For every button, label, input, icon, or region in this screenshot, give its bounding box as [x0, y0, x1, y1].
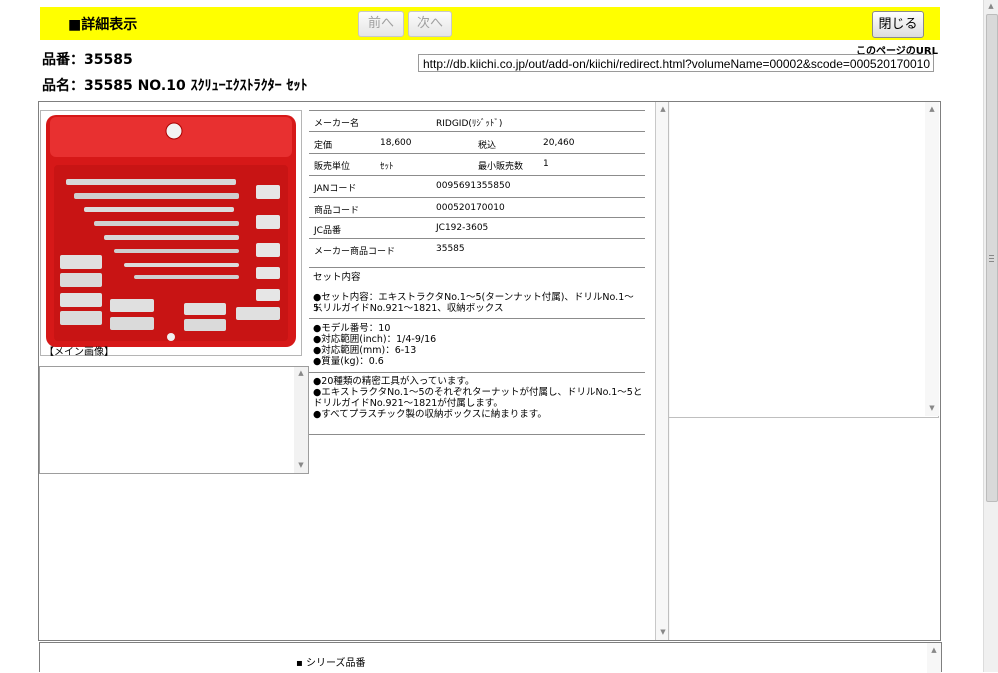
sales-unit-value: ｾｯﾄ [380, 162, 394, 172]
main-image-box [40, 110, 302, 356]
scroll-up-arrow-icon[interactable]: ▲ [925, 105, 939, 113]
model-number: ●モデル番号：10 [313, 323, 391, 334]
list-price-value: 18,600 [380, 138, 412, 148]
jan-label: JANコード [314, 184, 357, 194]
series-scrollbar[interactable]: ▲ [927, 643, 941, 673]
maker-value: RIDGID(ﾘｼﾞｯﾄﾞ) [436, 119, 503, 129]
header-bar: ■詳細表示 前へ 次へ 閉じる [40, 7, 940, 40]
scroll-down-arrow-icon[interactable]: ▼ [294, 461, 308, 469]
right-top-frame: ▲ ▼ [668, 102, 939, 418]
scroll-up-arrow-icon[interactable]: ▲ [294, 369, 308, 377]
close-button[interactable]: 閉じる [872, 11, 924, 38]
maker-code-label: メーカー商品コード [314, 247, 396, 257]
contents-heading: セット内容 [313, 272, 361, 283]
series-label: ▪ シリーズ品番 [296, 658, 366, 669]
set-contents-line2: ドリルガイドNo.921～1821、収納ボックス [313, 303, 504, 314]
maker-label: メーカー名 [314, 119, 360, 129]
series-frame: ▲ [39, 642, 942, 673]
page-scroll-thumb[interactable] [986, 14, 998, 502]
product-number: 品番：35585 [42, 52, 133, 68]
maker-code-value: 35585 [436, 244, 465, 254]
thumbnail-scrollbar[interactable]: ▲ ▼ [294, 367, 308, 473]
feature-1: ●20種類の精密工具が入っています。 [313, 376, 475, 387]
product-code-label: 商品コード [314, 206, 360, 216]
list-price-label: 定価 [314, 141, 333, 151]
page-scroll-up-icon[interactable]: ▲ [984, 2, 998, 10]
range-inch: ●対応範囲(inch)：1/4-9/16 [313, 334, 437, 345]
range-mm: ●対応範囲(mm)：6-13 [313, 345, 417, 356]
min-qty-label: 最小販売数 [478, 162, 524, 172]
weight: ●質量(kg)：0.6 [313, 356, 384, 367]
page-title: ■詳細表示 [68, 17, 138, 33]
product-code-value: 000520170010 [436, 203, 505, 213]
next-button[interactable]: 次へ [408, 11, 452, 37]
sales-unit-label: 販売単位 [314, 162, 351, 172]
page-url-field[interactable]: http://db.kiichi.co.jp/out/add-on/kiichi… [418, 54, 934, 72]
page-scrollbar[interactable]: ▲ [983, 0, 998, 672]
feature-2a: ●エキストラクタNo.1～5のそれぞれターナットが付属し、ドリルNo.1～5と [313, 387, 643, 398]
min-qty-value: 1 [543, 159, 549, 169]
right-top-scrollbar[interactable]: ▲ ▼ [925, 102, 939, 416]
series-label-text: シリーズ品番 [305, 658, 366, 669]
right-bottom-frame [668, 418, 939, 640]
prev-button[interactable]: 前へ [358, 11, 404, 37]
image-caption: 【メイン画像】 [44, 347, 114, 358]
scroll-up-arrow-icon[interactable]: ▲ [927, 646, 941, 654]
jc-value: JC192-3605 [436, 223, 489, 233]
product-name: 品名：35585 NO.10 ｽｸﾘｭｰｴｸｽﾄﾗｸﾀｰ ｾｯﾄ [42, 78, 308, 94]
tax-incl-value: 20,460 [543, 138, 575, 148]
feature-3: ●すべてプラスチック製の収納ボックスに納まります。 [313, 409, 547, 420]
scroll-down-arrow-icon[interactable]: ▼ [925, 404, 939, 412]
thumbnail-frame: ▲ ▼ [39, 366, 309, 474]
product-image[interactable] [44, 113, 298, 347]
jc-label: JC品番 [314, 226, 341, 236]
jan-value: 0095691355850 [436, 181, 511, 191]
tax-incl-label: 税込 [478, 141, 497, 151]
feature-2b: ドリルガイドNo.921～1821が付属します。 [313, 398, 503, 409]
